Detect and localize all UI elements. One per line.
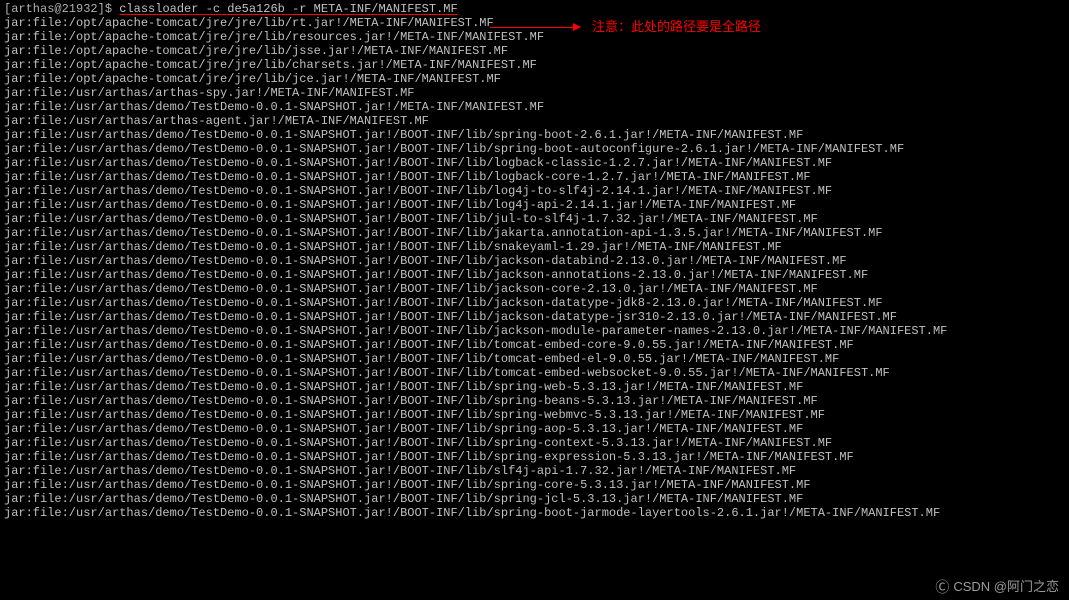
output-line: jar:file:/usr/arthas/demo/TestDemo-0.0.1… bbox=[4, 352, 1065, 366]
output-line: jar:file:/usr/arthas/demo/TestDemo-0.0.1… bbox=[4, 170, 1065, 184]
output-line: jar:file:/usr/arthas/demo/TestDemo-0.0.1… bbox=[4, 310, 1065, 324]
output-line: jar:file:/usr/arthas/demo/TestDemo-0.0.1… bbox=[4, 198, 1065, 212]
command-text: classloader -c de5a126b -r META-INF/MANI… bbox=[119, 2, 457, 16]
output-line: jar:file:/usr/arthas/arthas-agent.jar!/M… bbox=[4, 114, 1065, 128]
output-line: jar:file:/usr/arthas/demo/TestDemo-0.0.1… bbox=[4, 478, 1065, 492]
output-line: jar:file:/usr/arthas/demo/TestDemo-0.0.1… bbox=[4, 226, 1065, 240]
output-line: jar:file:/usr/arthas/demo/TestDemo-0.0.1… bbox=[4, 184, 1065, 198]
output-line: jar:file:/usr/arthas/demo/TestDemo-0.0.1… bbox=[4, 240, 1065, 254]
output-line: jar:file:/usr/arthas/demo/TestDemo-0.0.1… bbox=[4, 422, 1065, 436]
output-line: jar:file:/usr/arthas/demo/TestDemo-0.0.1… bbox=[4, 268, 1065, 282]
output-line: jar:file:/usr/arthas/demo/TestDemo-0.0.1… bbox=[4, 324, 1065, 338]
annotation-text: 注意：此处的路径要是全路径 bbox=[592, 20, 761, 34]
output-line: jar:file:/opt/apache-tomcat/jre/jre/lib/… bbox=[4, 72, 1065, 86]
output-line: jar:file:/usr/arthas/demo/TestDemo-0.0.1… bbox=[4, 366, 1065, 380]
shell-prompt: [arthas@21932]$ bbox=[4, 2, 112, 16]
csdn-icon: Ⓒ bbox=[935, 580, 949, 594]
annotation-callout: 注意：此处的路径要是全路径 bbox=[490, 20, 761, 34]
output-line: jar:file:/usr/arthas/demo/TestDemo-0.0.1… bbox=[4, 296, 1065, 310]
output-line: jar:file:/usr/arthas/demo/TestDemo-0.0.1… bbox=[4, 100, 1065, 114]
output-line: jar:file:/usr/arthas/demo/TestDemo-0.0.1… bbox=[4, 450, 1065, 464]
output-line: jar:file:/usr/arthas/demo/TestDemo-0.0.1… bbox=[4, 338, 1065, 352]
watermark-text: CSDN @阿门之恋 bbox=[953, 580, 1059, 594]
output-line: jar:file:/usr/arthas/demo/TestDemo-0.0.1… bbox=[4, 212, 1065, 226]
output-line: jar:file:/usr/arthas/demo/TestDemo-0.0.1… bbox=[4, 506, 1065, 520]
output-line: jar:file:/usr/arthas/demo/TestDemo-0.0.1… bbox=[4, 394, 1065, 408]
terminal-output[interactable]: jar:file:/opt/apache-tomcat/jre/jre/lib/… bbox=[4, 16, 1065, 520]
output-line: jar:file:/usr/arthas/demo/TestDemo-0.0.1… bbox=[4, 492, 1065, 506]
output-line: jar:file:/usr/arthas/arthas-spy.jar!/MET… bbox=[4, 86, 1065, 100]
output-line: jar:file:/opt/apache-tomcat/jre/jre/lib/… bbox=[4, 58, 1065, 72]
output-line: jar:file:/usr/arthas/demo/TestDemo-0.0.1… bbox=[4, 156, 1065, 170]
output-line: jar:file:/usr/arthas/demo/TestDemo-0.0.1… bbox=[4, 282, 1065, 296]
output-line: jar:file:/usr/arthas/demo/TestDemo-0.0.1… bbox=[4, 142, 1065, 156]
output-line: jar:file:/usr/arthas/demo/TestDemo-0.0.1… bbox=[4, 408, 1065, 422]
output-line: jar:file:/usr/arthas/demo/TestDemo-0.0.1… bbox=[4, 128, 1065, 142]
output-line: jar:file:/usr/arthas/demo/TestDemo-0.0.1… bbox=[4, 436, 1065, 450]
output-line: jar:file:/usr/arthas/demo/TestDemo-0.0.1… bbox=[4, 464, 1065, 478]
watermark: Ⓒ CSDN @阿门之恋 bbox=[935, 580, 1059, 594]
output-line: jar:file:/opt/apache-tomcat/jre/jre/lib/… bbox=[4, 44, 1065, 58]
output-line: jar:file:/usr/arthas/demo/TestDemo-0.0.1… bbox=[4, 380, 1065, 394]
arrow-icon bbox=[490, 27, 580, 28]
output-line: jar:file:/usr/arthas/demo/TestDemo-0.0.1… bbox=[4, 254, 1065, 268]
prompt-line[interactable]: [arthas@21932]$ classloader -c de5a126b … bbox=[4, 2, 1065, 16]
